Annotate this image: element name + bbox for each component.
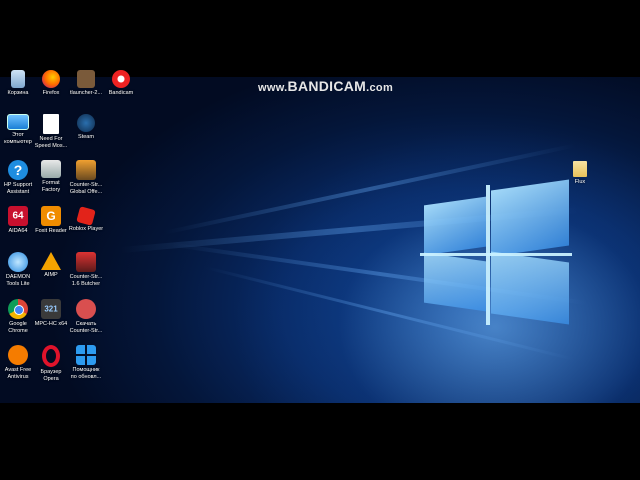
desktop-icon-flux[interactable]: Flux [562,161,598,186]
desktop-icon-avast[interactable]: Avast Free Antivirus [0,345,36,380]
desktop-icon-update-assistant[interactable]: Помощник по обновл... [68,345,104,380]
chrome-icon [8,299,28,319]
firefox-icon [42,70,60,88]
daemon-tools-icon [8,252,28,272]
folder-icon [573,161,587,177]
mpc-hc-icon: 321 [41,299,61,319]
desktop-icon-hp-support[interactable]: ? HP Support Assistant [0,160,36,195]
aida64-icon: 64 [8,206,28,226]
desktop-icon-daemon-tools[interactable]: DAEMON Tools Lite [0,252,36,287]
avast-icon [8,345,28,365]
desktop-icon-chrome[interactable]: Google Chrome [0,299,36,334]
desktop-icon-tlauncher[interactable]: tlauncher-2... [68,70,104,97]
aimp-icon [41,252,61,270]
desktop-icon-download-cs[interactable]: Скачать Counter-Str... [68,299,104,334]
hp-support-icon: ? [8,160,28,180]
desktop-icon-csgo[interactable]: Counter-Str... Global Offe... [68,160,104,195]
desktop-icon-this-pc[interactable]: Этот компьютер [0,114,36,145]
desktop-icon-cs16[interactable]: Counter-Str... 1.6 Butcher [68,252,104,287]
windows-update-assistant-icon [76,345,96,365]
desktop-icon-steam[interactable]: Steam [68,114,104,141]
opera-icon [42,345,60,367]
desktop-icon-format-factory[interactable]: Format Factory [33,160,69,193]
roblox-icon [76,206,96,226]
desktop-icon-firefox[interactable]: Firefox [33,70,69,97]
foxit-reader-icon: G [41,206,61,226]
windows-logo-edge [420,253,572,256]
desktop-icon-aida64[interactable]: 64 AIDA64 [0,206,36,235]
steam-icon [77,114,95,132]
windows-logo-pane [491,251,569,325]
desktop-icon-roblox[interactable]: Roblox Player [68,206,104,233]
desktop-icon-mpc-hc[interactable]: 321 MPC-HC x64 [33,299,69,328]
bandicam-icon [112,70,130,88]
windows-logo-pane [491,179,569,257]
desktop-icon-bandicam[interactable]: Bandicam [103,70,139,97]
recycle-bin-icon [11,70,25,88]
desktop-icon-aimp[interactable]: AIMP [33,252,69,279]
windows-logo-pane [424,252,486,312]
desktop-icon-recycle-bin[interactable]: Корзина [0,70,36,97]
download-cs-icon [76,299,96,319]
nfs-icon [43,114,59,134]
tlauncher-icon [77,70,95,88]
this-pc-icon [7,114,29,130]
desktop-icon-nfs[interactable]: Need For Speed Mos... [33,114,69,149]
csgo-icon [76,160,96,180]
cs16-icon [76,252,96,272]
desktop-icon-opera[interactable]: Браузер Opera [33,345,69,382]
windows-logo-pane [424,196,486,256]
desktop-icon-foxit[interactable]: G Foxit Reader [33,206,69,235]
format-factory-icon [41,160,61,178]
bandicam-watermark: www.BANDICAM.com [258,78,394,94]
